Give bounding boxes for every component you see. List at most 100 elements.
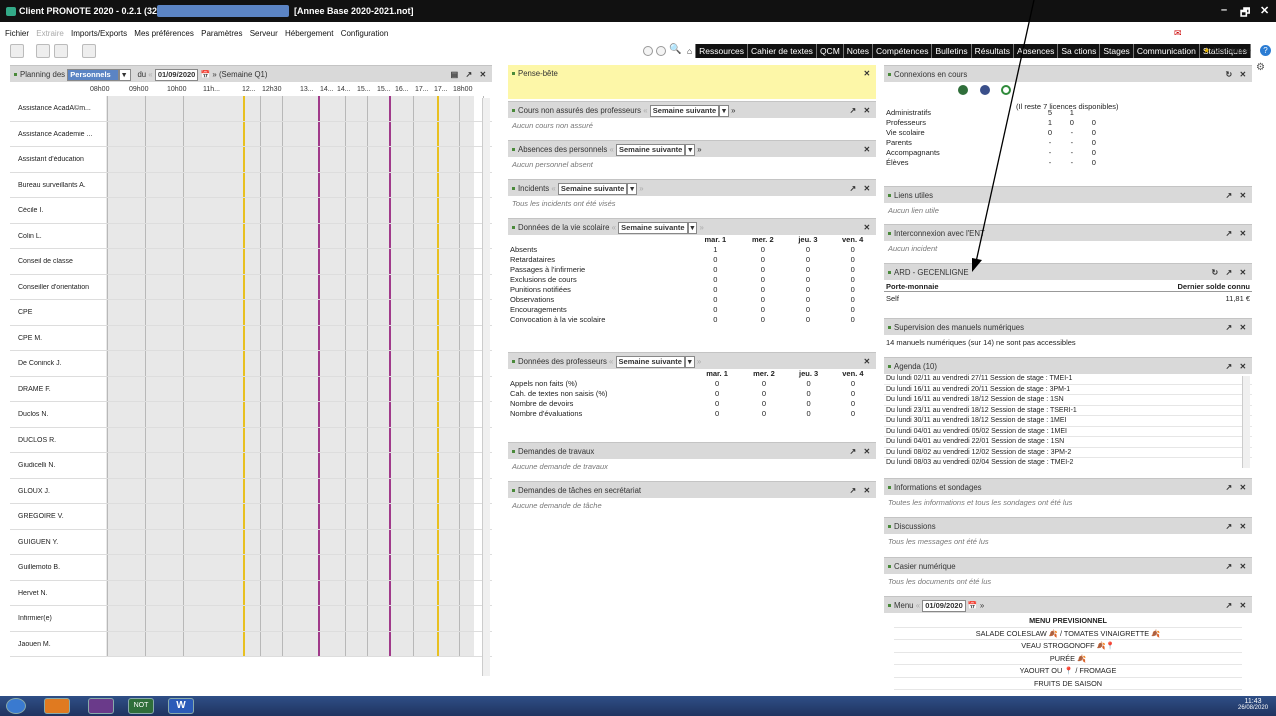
tab-qcm[interactable]: QCM: [817, 44, 844, 58]
refresh-icon[interactable]: ↻: [1225, 66, 1232, 83]
close-icon[interactable]: ✕: [863, 443, 870, 460]
planning-row-grid[interactable]: [106, 453, 484, 478]
next-icon[interactable]: »: [697, 145, 701, 154]
next-icon[interactable]: »: [731, 106, 735, 115]
chevron-down-icon[interactable]: ▾: [119, 68, 132, 81]
minimize-button[interactable]: –: [1221, 4, 1227, 16]
tab-communication[interactable]: Communication: [1134, 44, 1200, 58]
close-icon[interactable]: ✕: [1239, 319, 1246, 336]
network-icon[interactable]: [82, 44, 96, 58]
menu-hebergement[interactable]: Hébergement: [285, 29, 333, 38]
close-button[interactable]: ✕: [1260, 4, 1269, 17]
close-icon[interactable]: ✕: [1239, 358, 1246, 375]
planning-row-grid[interactable]: [106, 402, 484, 427]
tab-competences[interactable]: Compétences: [873, 44, 933, 58]
menu-extraire[interactable]: Extraire: [36, 29, 64, 38]
planning-row-grid[interactable]: [106, 427, 484, 452]
next-icon[interactable]: »: [699, 223, 703, 232]
expand-icon[interactable]: ↗: [849, 482, 856, 499]
tab-notes[interactable]: Notes: [844, 44, 873, 58]
planning-row[interactable]: CPE M.: [10, 325, 492, 351]
planning-row-grid[interactable]: [106, 580, 484, 605]
settings-gear-icon[interactable]: ⚙: [1256, 62, 1265, 73]
cours-week-select[interactable]: Semaine suivante: [649, 104, 720, 117]
tab-absences[interactable]: Absences: [1014, 44, 1059, 58]
user-icon[interactable]: [10, 44, 24, 58]
chevron-down-icon[interactable]: ▾: [627, 182, 638, 195]
planning-row[interactable]: GUIGUEN Y.: [10, 529, 492, 555]
tab-resultats[interactable]: Résultats: [972, 44, 1015, 58]
planning-row-grid[interactable]: [106, 555, 484, 580]
next-week-icon[interactable]: »: [212, 70, 216, 79]
next-icon[interactable]: »: [980, 601, 984, 610]
planning-row-grid[interactable]: [106, 478, 484, 503]
calendar-icon[interactable]: 📅: [201, 70, 211, 79]
close-icon[interactable]: ✕: [863, 65, 870, 82]
expand-icon[interactable]: ↗: [849, 102, 856, 119]
prof-week-select[interactable]: Semaine suivante: [615, 355, 685, 368]
close-icon[interactable]: ✕: [863, 180, 870, 197]
planning-row[interactable]: Giudicelli N.: [10, 453, 492, 479]
document-icon[interactable]: [54, 44, 68, 58]
refresh-icon[interactable]: ↻: [1211, 264, 1218, 281]
home-icon[interactable]: ⌂: [684, 44, 697, 58]
planning-row[interactable]: Hervet N.: [10, 580, 492, 606]
menu-date-field[interactable]: 01/09/2020: [922, 599, 966, 612]
close-icon[interactable]: ✕: [1239, 187, 1246, 204]
word-task-button[interactable]: W: [168, 698, 194, 714]
tab-cahier[interactable]: Cahier de textes: [748, 44, 817, 58]
planning-row[interactable]: Conseiller d'orientation: [10, 274, 492, 300]
notification-icon[interactable]: ✉: [1174, 28, 1188, 38]
firefox-icon[interactable]: [44, 698, 70, 714]
absences-week-select[interactable]: Semaine suivante: [615, 143, 686, 156]
close-icon[interactable]: ✕: [479, 66, 486, 83]
help-button[interactable]: ?: [1260, 45, 1271, 56]
planning-row-grid[interactable]: [106, 300, 484, 325]
start-button[interactable]: [6, 698, 26, 714]
expand-icon[interactable]: ↗: [1225, 225, 1232, 242]
prev-week-icon[interactable]: «: [148, 70, 152, 79]
menu-parametres[interactable]: Paramètres: [201, 29, 242, 38]
close-icon[interactable]: ✕: [1239, 225, 1246, 242]
menu-serveur[interactable]: Serveur: [250, 29, 278, 38]
close-icon[interactable]: ✕: [1239, 597, 1246, 614]
agenda-item[interactable]: Du lundi 08/02 au vendredi 12/02 Session…: [884, 448, 1252, 458]
close-icon[interactable]: ✕: [1239, 66, 1246, 83]
planning-row-grid[interactable]: [106, 96, 484, 121]
agenda-item[interactable]: Du lundi 04/01 au vendredi 05/02 Session…: [884, 427, 1252, 437]
pronote-task-button[interactable]: NOT: [128, 698, 154, 714]
back-icon[interactable]: [643, 46, 653, 56]
close-icon[interactable]: ✕: [863, 482, 870, 499]
planning-scrollbar[interactable]: [482, 98, 490, 676]
close-icon[interactable]: ✕: [863, 141, 870, 158]
planning-row-grid[interactable]: [106, 325, 484, 350]
planning-row[interactable]: Guillemoto B.: [10, 555, 492, 581]
next-icon[interactable]: »: [697, 357, 701, 366]
planning-row[interactable]: Assistant d'éducation: [10, 147, 492, 173]
expand-icon[interactable]: ↗: [1225, 558, 1232, 575]
planning-row-grid[interactable]: [106, 504, 484, 529]
planning-row-grid[interactable]: [106, 631, 484, 656]
search-icon[interactable]: 🔍: [669, 44, 681, 55]
incidents-week-select[interactable]: Semaine suivante: [557, 182, 628, 195]
close-icon[interactable]: ✕: [1239, 479, 1246, 496]
agenda-item[interactable]: Du lundi 08/03 au vendredi 02/04 Session…: [884, 458, 1252, 468]
planning-row-grid[interactable]: [106, 376, 484, 401]
planning-row[interactable]: GREGOIRE V.: [10, 504, 492, 530]
next-icon[interactable]: »: [639, 184, 643, 193]
planning-row[interactable]: DUCLOS R.: [10, 427, 492, 453]
agenda-item[interactable]: Du lundi 30/11 au vendredi 18/12 Session…: [884, 416, 1252, 427]
vie-week-select[interactable]: Semaine suivante: [618, 221, 688, 234]
chevron-down-icon[interactable]: ▾: [685, 143, 696, 156]
planning-row[interactable]: Bureau surveillants A.: [10, 172, 492, 198]
planning-row[interactable]: Duclos N.: [10, 402, 492, 428]
menu-fichier[interactable]: Fichier: [5, 29, 29, 38]
expand-icon[interactable]: ↗: [465, 66, 472, 83]
expand-icon[interactable]: ↗: [849, 180, 856, 197]
agenda-item[interactable]: Du lundi 16/11 au vendredi 20/11 Session…: [884, 385, 1252, 395]
planning-row[interactable]: GLOUX J.: [10, 478, 492, 504]
planning-row-grid[interactable]: [106, 249, 484, 274]
menu-preferences[interactable]: Mes préférences: [134, 29, 194, 38]
planning-row[interactable]: Cécile I.: [10, 198, 492, 224]
menu-configuration[interactable]: Configuration: [341, 29, 389, 38]
